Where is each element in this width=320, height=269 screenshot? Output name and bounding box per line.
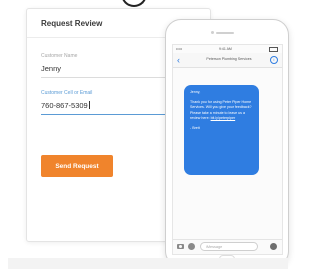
front-camera — [211, 31, 214, 34]
info-icon[interactable]: i — [270, 56, 278, 64]
imessage-input[interactable]: iMessage — [200, 242, 258, 251]
customer-name-label: Customer Name — [41, 53, 78, 59]
logo-fragment — [121, 0, 147, 7]
customer-contact-input[interactable]: 760-867-5309 — [41, 101, 90, 110]
review-link[interactable]: bit.ly/peterpiper — [211, 116, 236, 120]
app-store-icon[interactable] — [188, 243, 195, 250]
microphone-icon[interactable] — [270, 243, 277, 250]
messages-nav-bar: ‹ Peterson Plumbing Services i — [173, 53, 282, 68]
message-composer: iMessage — [173, 239, 282, 254]
message-bubble: Jenny, Thank you for using Peter Piper H… — [184, 85, 259, 175]
contact-name: Peterson Plumbing Services — [206, 57, 252, 61]
status-bar: ••••• 9:41 AM — [173, 45, 282, 53]
text-caret — [88, 101, 90, 109]
message-signoff: - Brett — [190, 126, 200, 131]
customer-contact-label: Customer Cell or Email — [41, 90, 93, 96]
card-title: Request Review — [41, 19, 103, 28]
bottom-band — [8, 258, 288, 269]
message-body: Thank you for using Peter Piper Home Ser… — [190, 100, 253, 121]
phone-mockup: ••••• 9:41 AM ‹ Peterson Plumbing Servic… — [165, 19, 289, 267]
camera-icon[interactable] — [177, 244, 184, 249]
customer-name-input[interactable]: Jenny — [41, 64, 61, 73]
back-arrow-icon[interactable]: ‹ — [177, 55, 180, 65]
signal-indicator: ••••• — [176, 47, 183, 51]
customer-contact-value: 760-867-5309 — [41, 101, 88, 110]
status-time: 9:41 AM — [219, 47, 232, 51]
phone-screen: ••••• 9:41 AM ‹ Peterson Plumbing Servic… — [172, 44, 283, 255]
message-greeting: Jenny, — [190, 90, 201, 94]
send-request-button[interactable]: Send Request — [41, 155, 113, 177]
battery-icon — [269, 47, 278, 52]
speaker-grille — [216, 32, 234, 34]
